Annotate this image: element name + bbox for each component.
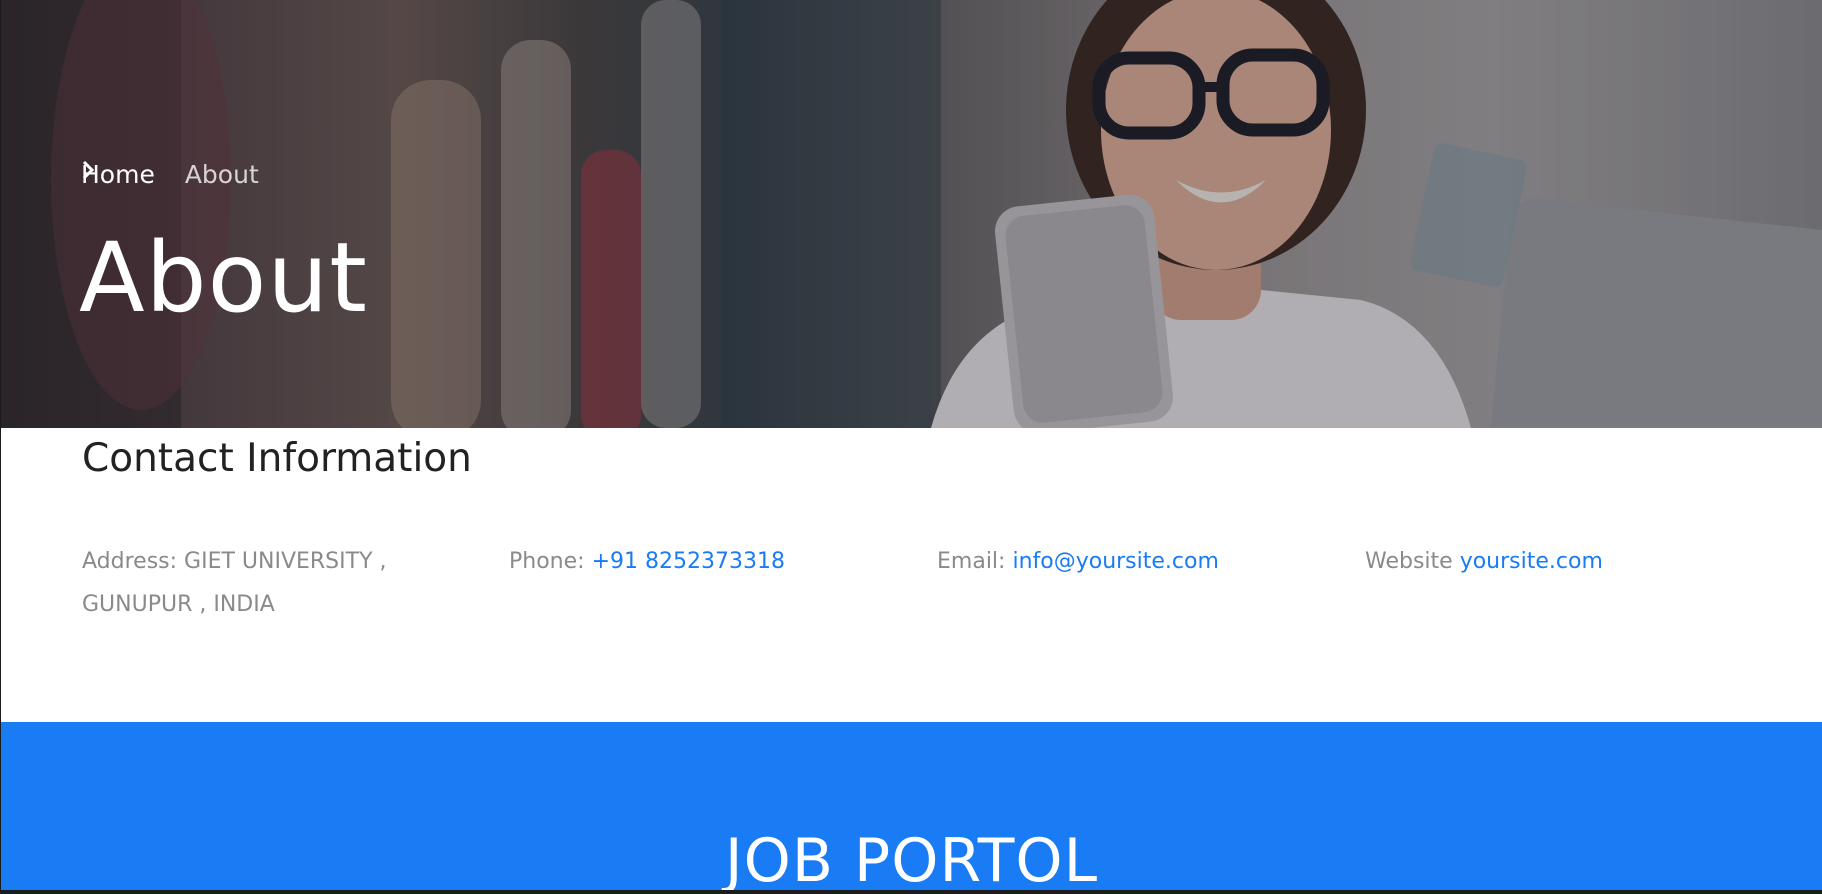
hero-overlay	[1, 0, 1822, 428]
hero-banner: Home About About	[1, 0, 1822, 428]
contact-phone: Phone: +91 8252373318	[509, 540, 869, 583]
footer-banner: JOB PORTOL	[1, 722, 1822, 890]
contact-website: Website yoursite.com	[1365, 540, 1725, 583]
website-label: Website	[1365, 549, 1453, 574]
address-label: Address:	[82, 549, 178, 574]
chevron-right-icon	[82, 160, 177, 185]
phone-link[interactable]: +91 8252373318	[592, 549, 785, 574]
breadcrumb: Home About	[81, 160, 259, 189]
footer-title: JOB PORTOL	[724, 826, 1099, 890]
breadcrumb-current: About	[184, 160, 259, 189]
contact-section-title: Contact Information	[82, 436, 472, 481]
website-link[interactable]: yoursite.com	[1460, 549, 1603, 574]
phone-label: Phone:	[509, 549, 585, 574]
email-link[interactable]: info@yoursite.com	[1012, 549, 1218, 574]
about-page: Home About About Contact Information Add…	[1, 0, 1822, 890]
page-title: About	[79, 222, 368, 334]
email-label: Email:	[937, 549, 1006, 574]
contact-address: Address: GIET UNIVERSITY , GUNUPUR , IND…	[82, 540, 422, 626]
contact-email: Email: info@yoursite.com	[937, 540, 1297, 583]
